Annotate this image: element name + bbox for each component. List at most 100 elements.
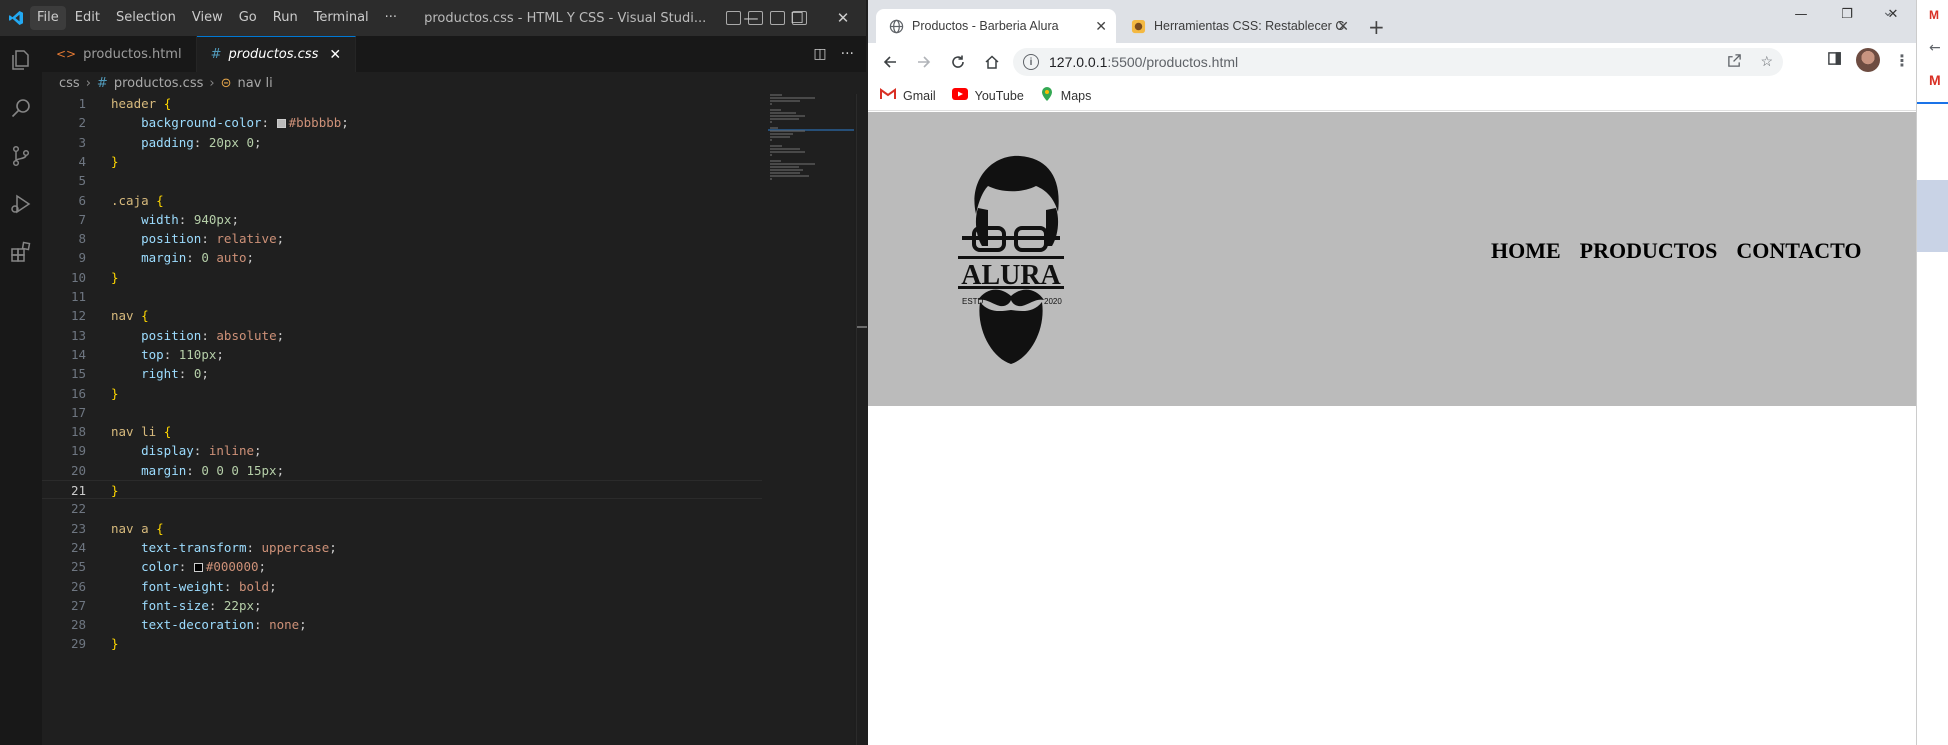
- restore-button[interactable]: ❐: [1824, 0, 1870, 28]
- code-line[interactable]: 16}: [42, 384, 762, 403]
- forward-arrow-icon[interactable]: [908, 46, 940, 78]
- code-line[interactable]: 20 margin: 0 0 0 15px;: [42, 461, 762, 480]
- code-line[interactable]: 18 nav li {: [42, 422, 762, 441]
- nav-link-productos[interactable]: PRODUCTOS: [1580, 238, 1718, 264]
- code-text: text-transform: uppercase;: [141, 539, 337, 555]
- back-arrow-icon[interactable]: ←: [1929, 40, 1941, 56]
- code-text: font-size: 22px;: [141, 597, 262, 613]
- code-line[interactable]: 5: [42, 171, 762, 190]
- bookmark-label: Maps: [1060, 88, 1092, 103]
- code-line[interactable]: 15 right: 0;: [42, 364, 762, 383]
- new-tab-button[interactable]: +: [1368, 15, 1385, 39]
- line-number: 17: [70, 404, 86, 420]
- color-swatch[interactable]: [276, 119, 286, 129]
- minimize-button[interactable]: —: [1778, 0, 1824, 28]
- code-text: }: [111, 636, 119, 652]
- nav-link-home[interactable]: HOME: [1491, 238, 1561, 264]
- browser-tab-productos[interactable]: Productos - Barberia Alura ✕: [876, 9, 1116, 43]
- close-tab-icon[interactable]: ✕: [1095, 18, 1107, 35]
- code-line[interactable]: 12 nav {: [42, 306, 762, 325]
- code-line[interactable]: 24 text-transform: uppercase;: [42, 538, 762, 557]
- extensions-icon[interactable]: [0, 228, 42, 276]
- reload-icon[interactable]: [942, 46, 974, 78]
- address-bar[interactable]: i 127.0.0.1:5500/productos.html ☆: [1013, 48, 1783, 76]
- code-text: padding: 20px 0;: [141, 134, 262, 150]
- menu-item-go[interactable]: Go: [232, 6, 264, 30]
- more-actions-icon[interactable]: ···: [841, 46, 854, 62]
- youtube-icon: [951, 88, 968, 103]
- alura-barber-logo[interactable]: ALURA ESTD 2020: [948, 150, 1074, 366]
- minimap-line: [770, 103, 772, 105]
- code-line[interactable]: 3 padding: 20px 0;: [42, 133, 762, 152]
- vscode-logo-icon: [2, 0, 30, 36]
- back-arrow-icon[interactable]: [874, 46, 906, 78]
- explorer-icon[interactable]: [0, 36, 42, 84]
- code-editor[interactable]: 1 header {2 background-color: #bbbbbb; 3 p…: [42, 94, 854, 745]
- code-line[interactable]: 23 nav a {: [42, 519, 762, 538]
- code-line[interactable]: 6 .caja {: [42, 191, 762, 210]
- breadcrumb-folder[interactable]: css: [59, 76, 80, 91]
- bookmark-maps[interactable]: Maps: [1040, 86, 1092, 105]
- close-tab-icon[interactable]: ✕: [1337, 18, 1349, 35]
- code-line[interactable]: 10}: [42, 268, 762, 287]
- editor-tab-css[interactable]: # productos.css ✕: [196, 36, 357, 72]
- menu-item-terminal[interactable]: Terminal: [307, 6, 376, 30]
- run-debug-icon[interactable]: [0, 180, 42, 228]
- minimap[interactable]: [768, 94, 854, 745]
- code-line[interactable]: 2 background-color: #bbbbbb;: [42, 113, 762, 132]
- editor-tab-html[interactable]: <> productos.html: [42, 36, 197, 72]
- menu-item-edit[interactable]: Edit: [68, 6, 107, 30]
- source-control-icon[interactable]: [0, 132, 42, 180]
- code-text: background-color: #bbbbbb;: [141, 115, 349, 131]
- code-line[interactable]: 1 header {: [42, 94, 762, 113]
- browser-tab-herramientas[interactable]: Herramientas CSS: Restablecer C ✕: [1118, 9, 1358, 43]
- maximize-button[interactable]: ☐: [774, 0, 820, 36]
- code-text: }: [111, 483, 119, 498]
- minimize-button[interactable]: —: [728, 0, 774, 36]
- code-line[interactable]: 22: [42, 499, 762, 518]
- bookmark-star-icon[interactable]: ☆: [1760, 53, 1773, 71]
- side-panel-icon[interactable]: [1827, 51, 1842, 70]
- code-line[interactable]: 25 color: #000000;: [42, 557, 762, 576]
- menu-item-more[interactable]: ···: [378, 6, 404, 30]
- code-line[interactable]: 29}: [42, 634, 762, 653]
- code-line[interactable]: 19 display: inline;: [42, 441, 762, 460]
- scrollbar-thumb[interactable]: [857, 326, 867, 328]
- close-button[interactable]: ✕: [1870, 0, 1916, 28]
- code-line[interactable]: 8 position: relative;: [42, 229, 762, 248]
- color-swatch[interactable]: [193, 563, 203, 573]
- bookmark-gmail[interactable]: Gmail: [880, 88, 936, 103]
- site-info-icon[interactable]: i: [1023, 54, 1039, 70]
- code-line[interactable]: 7 width: 940px;: [42, 210, 762, 229]
- bookmark-label: YouTube: [974, 88, 1024, 103]
- code-line[interactable]: 21}: [42, 480, 762, 499]
- menu-item-view[interactable]: View: [185, 6, 230, 30]
- code-line[interactable]: 27 font-size: 22px;: [42, 596, 762, 615]
- editor-scrollbar[interactable]: [856, 94, 867, 745]
- search-icon[interactable]: [0, 84, 42, 132]
- code-line[interactable]: 13 position: absolute;: [42, 326, 762, 345]
- code-line[interactable]: 14 top: 110px;: [42, 345, 762, 364]
- menu-kebab-icon[interactable]: ⋮: [1894, 51, 1910, 70]
- bookmark-youtube[interactable]: YouTube: [951, 88, 1024, 103]
- code-line[interactable]: 26 font-weight: bold;: [42, 577, 762, 596]
- code-line[interactable]: 17: [42, 403, 762, 422]
- breadcrumb-symbol[interactable]: nav li: [237, 76, 272, 91]
- split-editor-icon[interactable]: ◫: [813, 46, 826, 62]
- minimap-line: [770, 109, 781, 111]
- close-tab-icon[interactable]: ✕: [329, 47, 341, 63]
- breadcrumb-file[interactable]: productos.css: [114, 76, 204, 91]
- menu-item-selection[interactable]: Selection: [109, 6, 183, 30]
- profile-avatar[interactable]: [1856, 48, 1880, 72]
- share-icon[interactable]: [1727, 53, 1742, 71]
- code-line[interactable]: 28 text-decoration: none;: [42, 615, 762, 634]
- menu-item-run[interactable]: Run: [266, 6, 305, 30]
- code-line[interactable]: 11: [42, 287, 762, 306]
- menu-item-file[interactable]: File: [30, 6, 66, 30]
- home-icon[interactable]: [976, 46, 1008, 78]
- code-line[interactable]: 4}: [42, 152, 762, 171]
- close-button[interactable]: ✕: [820, 0, 866, 36]
- nav-link-contacto[interactable]: CONTACTO: [1736, 238, 1861, 264]
- code-line[interactable]: 9 margin: 0 auto;: [42, 248, 762, 267]
- line-number: 14: [70, 346, 86, 362]
